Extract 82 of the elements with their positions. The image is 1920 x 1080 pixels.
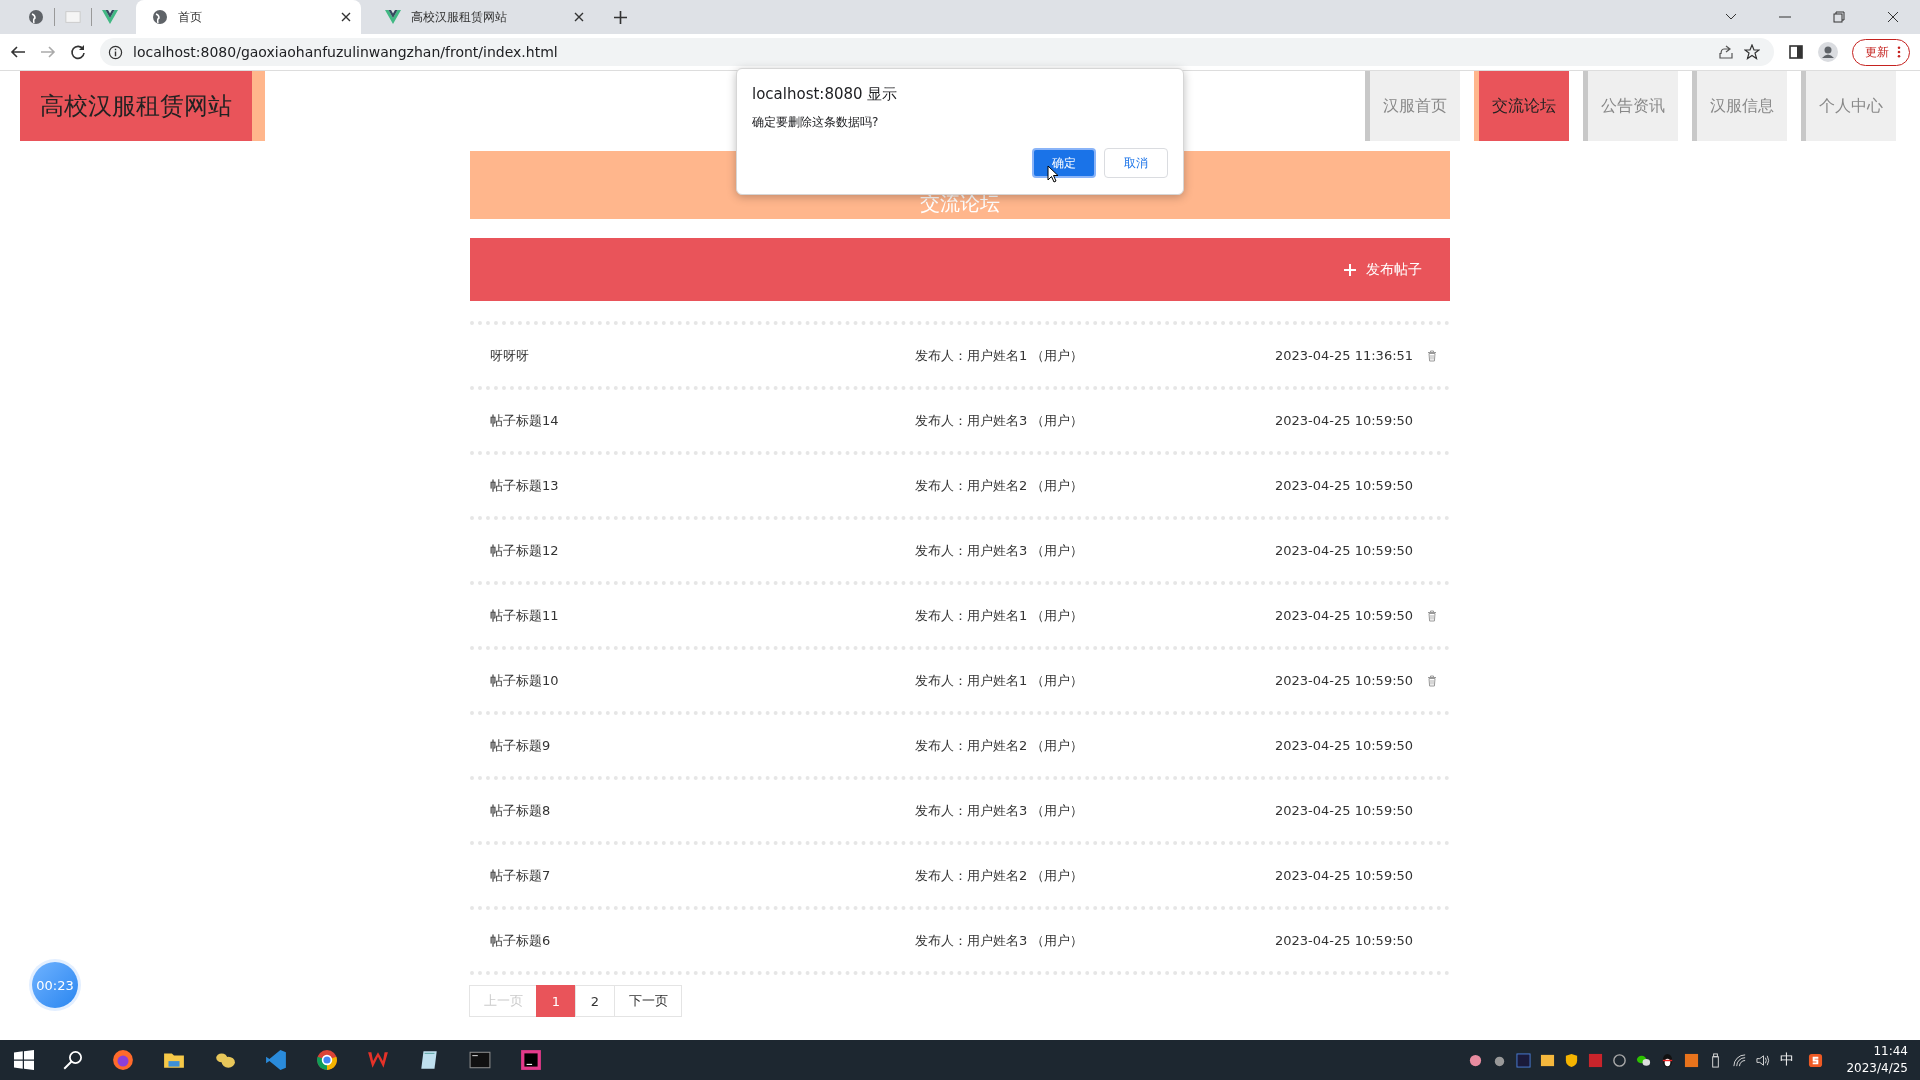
post-title[interactable]: 帖子标题8: [490, 801, 915, 820]
speaker-icon[interactable]: [1756, 1052, 1772, 1068]
trash-icon[interactable]: [1427, 349, 1438, 362]
notepad-icon[interactable]: [418, 1049, 440, 1071]
w-app-icon[interactable]: [367, 1049, 389, 1071]
trash-icon[interactable]: [1427, 609, 1438, 622]
post-time: 2023-04-25 10:59:50: [1275, 543, 1414, 558]
post-time: 2023-04-25 10:59:50: [1275, 673, 1414, 688]
new-post-button[interactable]: 发布帖子: [1340, 256, 1426, 283]
post-author: 发布人：用户姓名2 （用户）: [915, 866, 1085, 885]
side-panel-icon[interactable]: [1788, 44, 1804, 60]
post-author: 发布人：用户姓名1 （用户）: [915, 606, 1085, 625]
browser-tab[interactable]: 首页: [136, 0, 361, 34]
post-time: 2023-04-25 10:59:50: [1275, 803, 1414, 818]
next-page-button[interactable]: 下一页: [614, 985, 682, 1017]
post-author: 发布人：用户姓名3 （用户）: [915, 931, 1085, 950]
post-title[interactable]: 帖子标题11: [490, 606, 915, 625]
taskbar-clock[interactable]: 11:44 2023/4/25: [1846, 1043, 1908, 1077]
post-title[interactable]: 帖子标题13: [490, 476, 915, 495]
code-editor-icon[interactable]: [265, 1049, 287, 1071]
profile-icon[interactable]: [1818, 42, 1838, 62]
post-time: 2023-04-25 10:59:50: [1275, 738, 1414, 753]
post-author: 发布人：用户姓名3 （用户）: [915, 801, 1085, 820]
search-icon[interactable]: [63, 1050, 83, 1070]
globe-icon: [152, 9, 168, 25]
confirm-button[interactable]: 确定: [1032, 148, 1096, 178]
post-time: 2023-04-25 10:59:50: [1275, 933, 1414, 948]
post-time: 2023-04-25 10:59:50: [1275, 478, 1414, 493]
post-title[interactable]: 帖子标题9: [490, 736, 915, 755]
post-author: 发布人：用户姓名2 （用户）: [915, 476, 1085, 495]
more-icon: [1897, 46, 1901, 58]
clock-time: 11:44: [1873, 1043, 1908, 1060]
clock-date: 2023/4/25: [1846, 1060, 1908, 1077]
shield-icon[interactable]: [1564, 1052, 1580, 1068]
info-icon: [108, 44, 123, 60]
post-title[interactable]: 帖子标题7: [490, 866, 915, 885]
post-time: 2023-04-25 11:36:51: [1275, 348, 1414, 363]
ide-icon[interactable]: [520, 1049, 542, 1071]
post-author: 发布人：用户姓名3 （用户）: [915, 541, 1085, 560]
post-title[interactable]: 帖子标题10: [490, 671, 915, 690]
circle-tray-icon[interactable]: [1612, 1052, 1628, 1068]
restore-icon[interactable]: [1833, 11, 1845, 23]
vue-logo-icon[interactable]: [102, 9, 118, 25]
post-title[interactable]: 帖子标题14: [490, 411, 915, 430]
browser-tab[interactable]: 高校汉服租赁网站: [369, 0, 594, 34]
page-button[interactable]: 2: [575, 985, 615, 1017]
terminal-icon[interactable]: [469, 1049, 491, 1071]
plus-icon: [1344, 263, 1356, 276]
vue-logo-icon: [385, 9, 401, 25]
post-title[interactable]: 帖子标题6: [490, 931, 915, 950]
wifi-icon[interactable]: [1732, 1052, 1748, 1068]
new-tab-icon[interactable]: [614, 10, 627, 24]
reload-icon[interactable]: [70, 44, 86, 60]
post-title[interactable]: 呀呀呀: [490, 346, 915, 365]
post-time: 2023-04-25 10:59:50: [1275, 413, 1414, 428]
post-time: 2023-04-25 10:59:50: [1275, 868, 1414, 883]
close-icon[interactable]: [574, 12, 584, 22]
s-app-icon[interactable]: [1808, 1052, 1824, 1068]
globe-icon[interactable]: [28, 9, 44, 25]
nav-item[interactable]: 交流论坛: [1474, 71, 1569, 141]
close-icon[interactable]: [341, 12, 351, 22]
close-icon[interactable]: [1887, 11, 1899, 23]
cancel-button[interactable]: 取消: [1104, 148, 1168, 178]
post-time: 2023-04-25 10:59:50: [1275, 608, 1414, 623]
update-button[interactable]: 更新: [1852, 38, 1910, 66]
back-icon[interactable]: [10, 44, 26, 60]
share-icon[interactable]: [1718, 44, 1734, 60]
post-author: 发布人：用户姓名1 （用户）: [915, 346, 1085, 365]
star-icon[interactable]: [1744, 44, 1760, 60]
page-button[interactable]: 1: [536, 985, 576, 1017]
post-author: 发布人：用户姓名1 （用户）: [915, 671, 1085, 690]
post-author: 发布人：用户姓名2 （用户）: [915, 736, 1085, 755]
chrome-icon[interactable]: [316, 1049, 338, 1071]
post-title[interactable]: 帖子标题12: [490, 541, 915, 560]
post-author: 发布人：用户姓名3 （用户）: [915, 411, 1085, 430]
windows-start-icon[interactable]: [14, 1050, 34, 1070]
site-logo[interactable]: 高校汉服租赁网站: [20, 71, 265, 141]
dialog-message: 确定要删除这条数据吗?: [752, 114, 880, 131]
dialog-title: localhost:8080 显示: [752, 85, 899, 104]
trash-icon[interactable]: [1427, 674, 1438, 687]
address-bar[interactable]: localhost:8080/gaoxiaohanfuzulinwangzhan/front/index.html: [100, 38, 1774, 66]
input-method-indicator[interactable]: 中: [1780, 1051, 1795, 1069]
